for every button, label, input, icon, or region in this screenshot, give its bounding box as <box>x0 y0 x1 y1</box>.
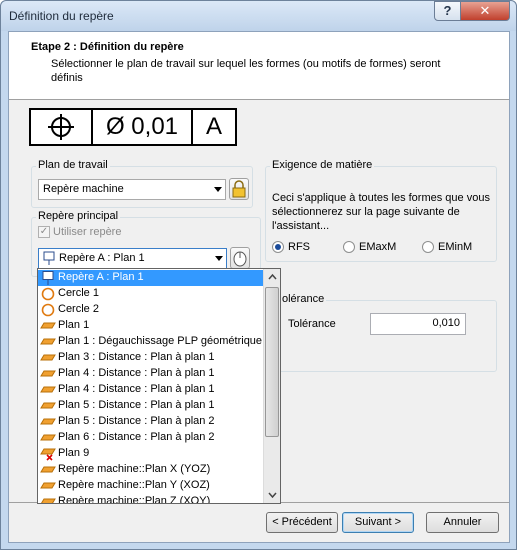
dropdown-option-label: Repère machine::Plan Z (XOY) <box>58 495 211 504</box>
feature-control-frame: Ø 0,01 A <box>29 108 237 146</box>
window-title: Définition du repère <box>9 9 114 23</box>
radio-rfs[interactable]: RFS <box>272 241 310 253</box>
repere-principal-label: Repère principal <box>36 210 121 222</box>
radio-emaxm-label: EMaxM <box>359 241 397 253</box>
step-description: Sélectionner le plan de travail sur lequ… <box>51 58 441 84</box>
scroll-thumb[interactable] <box>265 287 279 437</box>
circle-icon <box>40 303 56 317</box>
help-button[interactable]: ? <box>434 1 461 21</box>
repere-principal-select[interactable]: Repère A : Plan 1 <box>38 248 227 269</box>
title-bar: Définition du repère ? ✕ <box>1 1 516 31</box>
tolerance-label: Tolérance <box>288 318 336 330</box>
fcf-tolerance-value: Ø 0,01 <box>93 110 193 144</box>
dropdown-option-label: Repère machine::Plan X (YOZ) <box>58 463 211 475</box>
dropdown-option[interactable]: Repère machine::Plan Y (XOZ) <box>38 478 264 494</box>
dropdown-option[interactable]: Plan 4 : Distance : Plan à plan 1 <box>38 366 264 382</box>
plan-travail-value: Repère machine <box>43 183 124 195</box>
plan-travail-group: Plan de travail Repère machine <box>31 159 253 208</box>
dropdown-option-label: Plan 1 <box>58 319 90 331</box>
close-button[interactable]: ✕ <box>460 1 510 21</box>
dropdown-option-label: Plan 3 : Distance : Plan à plan 1 <box>58 351 215 363</box>
tolerance-group-label: olérance <box>280 293 327 305</box>
plane-icon <box>40 383 56 397</box>
dropdown-option-label: Cercle 1 <box>58 287 99 299</box>
plane-icon <box>40 463 56 477</box>
plane-icon <box>40 431 56 445</box>
dropdown-option[interactable]: Plan 5 : Distance : Plan à plan 2 <box>38 414 264 430</box>
chevron-down-icon <box>214 187 222 192</box>
exigence-description: Ceci s'applique à toutes les formes que … <box>272 192 490 232</box>
dropdown-option-label: Plan 9 <box>58 447 90 459</box>
repere-principal-value: Repère A : Plan 1 <box>59 252 145 264</box>
dropdown-option[interactable]: Repère machine::Plan X (YOZ) <box>38 462 264 478</box>
dropdown-option-label: Plan 6 : Distance : Plan à plan 2 <box>58 431 215 443</box>
dropdown-option[interactable]: Plan 6 : Distance : Plan à plan 2 <box>38 430 264 446</box>
plane-icon <box>40 415 56 429</box>
plane-icon <box>40 495 56 503</box>
wizard-header: Etape 2 : Définition du repère Sélection… <box>9 32 509 100</box>
dropdown-option[interactable]: Plan 1 : Dégauchissage PLP géométrique 1 <box>38 334 271 350</box>
radio-eminm[interactable]: EMinM <box>422 241 472 253</box>
datum-flag-icon <box>42 251 56 269</box>
plan-travail-select[interactable]: Repère machine <box>38 179 226 200</box>
scroll-up-arrow-icon[interactable] <box>264 269 280 286</box>
dropdown-option-label: Plan 5 : Distance : Plan à plan 2 <box>58 415 215 427</box>
previous-button[interactable]: < Précédent <box>266 512 338 533</box>
radio-rfs-label: RFS <box>288 241 310 253</box>
chevron-down-icon <box>215 256 223 261</box>
check-icon: ✓ <box>38 226 50 238</box>
exigence-label: Exigence de matière <box>270 159 375 171</box>
radio-eminm-label: EMinM <box>438 241 473 253</box>
tolerance-input[interactable]: 0,010 <box>370 313 466 335</box>
dropdown-option[interactable]: Plan 9 <box>38 446 264 462</box>
dropdown-option-label: Plan 1 : Dégauchissage PLP géométrique 1 <box>58 335 272 347</box>
dialog-window: Définition du repère ? ✕ Etape 2 : Défin… <box>0 0 517 550</box>
plane-icon <box>40 367 56 381</box>
dropdown-scrollbar[interactable] <box>263 269 280 503</box>
pick-datum-button[interactable] <box>230 247 250 269</box>
lock-button[interactable] <box>229 178 249 200</box>
tolerance-group: olérance Tolérance 0,010 <box>265 293 497 372</box>
plane-icon <box>40 399 56 413</box>
radio-dot-icon <box>343 241 355 253</box>
dropdown-option-label: Repère A : Plan 1 <box>58 271 144 283</box>
radio-dot-icon <box>272 241 284 253</box>
datum-dropdown-list: Repère A : Plan 1 Cercle 1 Cercle 2 Plan 1 P… <box>37 268 281 504</box>
plane-icon <box>40 351 56 365</box>
radio-dot-icon <box>422 241 434 253</box>
radio-emaxm[interactable]: EMaxM <box>343 241 396 253</box>
next-button[interactable]: Suivant > <box>342 512 414 533</box>
dropdown-option-label: Repère machine::Plan Y (XOZ) <box>58 479 210 491</box>
use-datum-checkbox[interactable]: ✓ Utiliser repère <box>38 226 121 238</box>
step-title: Etape 2 : Définition du repère <box>31 41 184 53</box>
fcf-datum-letter: A <box>205 113 222 140</box>
lock-icon <box>232 180 246 198</box>
dropdown-option-label: Cercle 2 <box>58 303 99 315</box>
cancel-button[interactable]: Annuler <box>426 512 499 533</box>
dropdown-option[interactable]: Repère A : Plan 1 <box>38 270 264 286</box>
dropdown-option[interactable]: Plan 5 : Distance : Plan à plan 1 <box>38 398 264 414</box>
dropdown-option[interactable]: Repère machine::Plan Z (XOY) <box>38 494 264 504</box>
plane-icon <box>40 335 56 349</box>
plane-error-icon <box>40 447 56 461</box>
dropdown-option[interactable]: Plan 1 <box>38 318 264 334</box>
position-symbol-icon <box>31 110 93 144</box>
mouse-icon <box>233 251 247 267</box>
dropdown-option[interactable]: Plan 4 : Distance : Plan à plan 1 <box>38 382 264 398</box>
exigence-group: Exigence de matière Ceci s'applique à to… <box>265 159 497 262</box>
plane-icon <box>40 319 56 333</box>
dropdown-option-label: Plan 4 : Distance : Plan à plan 1 <box>58 383 215 395</box>
circle-icon <box>40 287 56 301</box>
dropdown-option-label: Plan 5 : Distance : Plan à plan 1 <box>58 399 215 411</box>
scroll-down-arrow-icon[interactable] <box>264 486 280 503</box>
dropdown-option[interactable]: Cercle 1 <box>38 286 264 302</box>
plan-travail-label: Plan de travail <box>36 159 110 171</box>
dropdown-option-label: Plan 4 : Distance : Plan à plan 1 <box>58 367 215 379</box>
dropdown-option[interactable]: Plan 3 : Distance : Plan à plan 1 <box>38 350 264 366</box>
dropdown-option[interactable]: Cercle 2 <box>38 302 264 318</box>
datum-flag-icon <box>40 271 56 285</box>
use-datum-label: Utiliser repère <box>53 226 122 238</box>
plane-icon <box>40 479 56 493</box>
